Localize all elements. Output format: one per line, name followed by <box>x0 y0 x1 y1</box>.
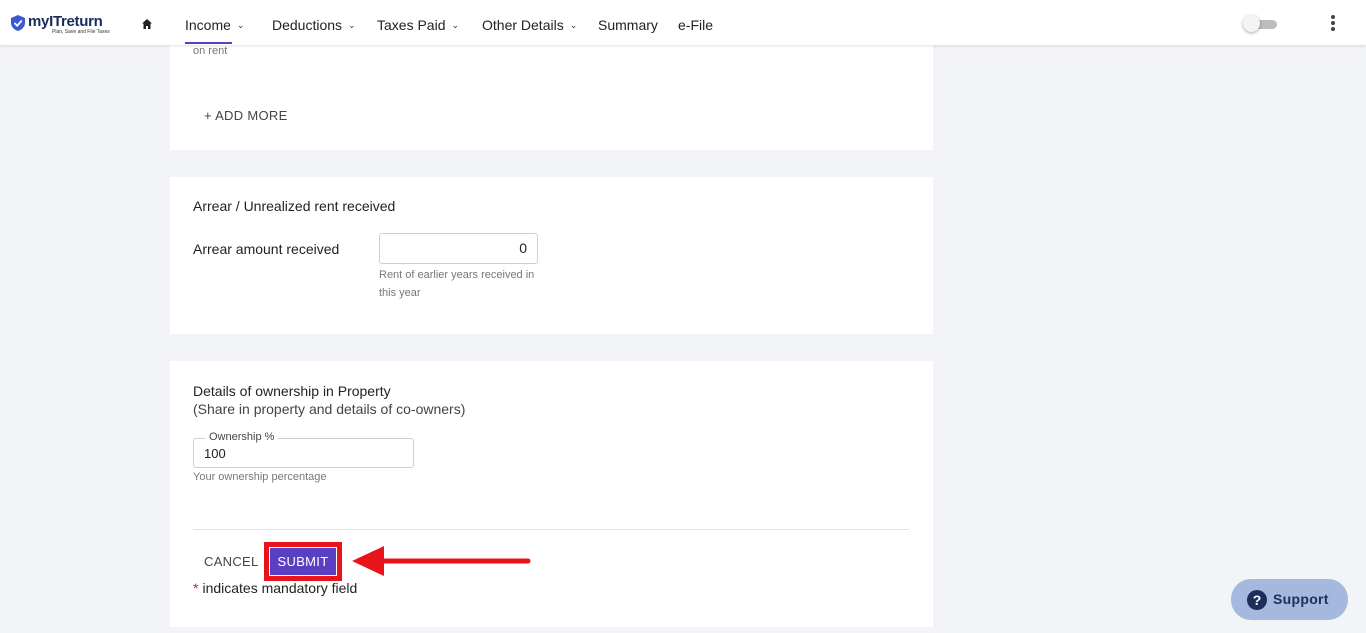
ownership-field-label: Ownership % <box>205 431 279 443</box>
toggle-knob <box>1243 15 1260 32</box>
help-circle-icon: ? <box>1247 590 1267 610</box>
submit-button[interactable]: SUBMIT <box>270 548 336 575</box>
top-navbar: myITreturn Plan, Save and File Taxes Inc… <box>0 0 1366 45</box>
arrear-amount-label: Arrear amount received <box>193 241 340 257</box>
add-more-button[interactable]: + ADD MORE <box>204 108 288 123</box>
divider <box>193 529 909 530</box>
arrear-amount-help: Rent of earlier years received in this y… <box>379 269 535 299</box>
chevron-down-icon: ⌄ <box>451 20 460 30</box>
nav-efile[interactable]: e-File <box>678 17 713 33</box>
brand-name: myITreturn <box>28 13 103 30</box>
mandatory-note: * indicates mandatory field <box>193 580 357 596</box>
cancel-button[interactable]: CANCEL <box>204 554 259 569</box>
ownership-field-value: 100 <box>204 446 226 461</box>
more-vert-icon[interactable] <box>1327 15 1339 33</box>
support-button[interactable]: ? Support <box>1231 579 1348 620</box>
arrear-amount-input[interactable]: 0 <box>379 233 538 264</box>
ownership-percent-input[interactable]: Ownership % 100 <box>193 431 414 468</box>
brand-tagline: Plan, Save and File Taxes <box>52 29 110 35</box>
arrow-left-icon <box>352 546 531 576</box>
ownership-help: Your ownership percentage <box>193 471 327 483</box>
rent-details-card: on rent + ADD MORE <box>170 30 933 150</box>
nav-taxes-paid-label: Taxes Paid <box>377 17 446 33</box>
required-star: * <box>193 580 199 596</box>
arrear-title: Arrear / Unrealized rent received <box>193 198 396 214</box>
nav-income-label: Income <box>185 17 231 33</box>
nav-summary[interactable]: Summary <box>598 17 658 33</box>
nav-active-indicator <box>185 42 232 44</box>
nav-summary-label: Summary <box>598 17 658 33</box>
nav-efile-label: e-File <box>678 17 714 33</box>
mandatory-text: indicates mandatory field <box>202 580 358 596</box>
chevron-down-icon: ⌄ <box>236 20 245 30</box>
nav-deductions[interactable]: Deductions ⌄ <box>272 17 356 33</box>
nav-other-details-label: Other Details <box>482 17 564 33</box>
nav-other-details[interactable]: Other Details ⌄ <box>482 17 577 33</box>
brand-logo[interactable]: myITreturn Plan, Save and File Taxes <box>11 13 111 37</box>
shield-check-icon <box>11 15 25 31</box>
arrear-card: Arrear / Unrealized rent received Arrear… <box>170 177 933 334</box>
support-label: Support <box>1273 591 1329 607</box>
theme-toggle[interactable] <box>1243 15 1277 32</box>
ownership-title: Details of ownership in Property <box>193 383 391 399</box>
chevron-down-icon: ⌄ <box>569 20 578 30</box>
ownership-card: Details of ownership in Property (Share … <box>170 361 933 627</box>
ownership-subtitle: (Share in property and details of co-own… <box>193 401 466 417</box>
nav-deductions-label: Deductions <box>272 17 343 33</box>
chevron-down-icon: ⌄ <box>348 20 356 30</box>
home-icon[interactable] <box>141 18 153 30</box>
nav-income[interactable]: Income ⌄ <box>185 17 244 33</box>
rent-helper-text: on rent <box>193 45 228 57</box>
nav-taxes-paid[interactable]: Taxes Paid ⌄ <box>377 17 459 33</box>
